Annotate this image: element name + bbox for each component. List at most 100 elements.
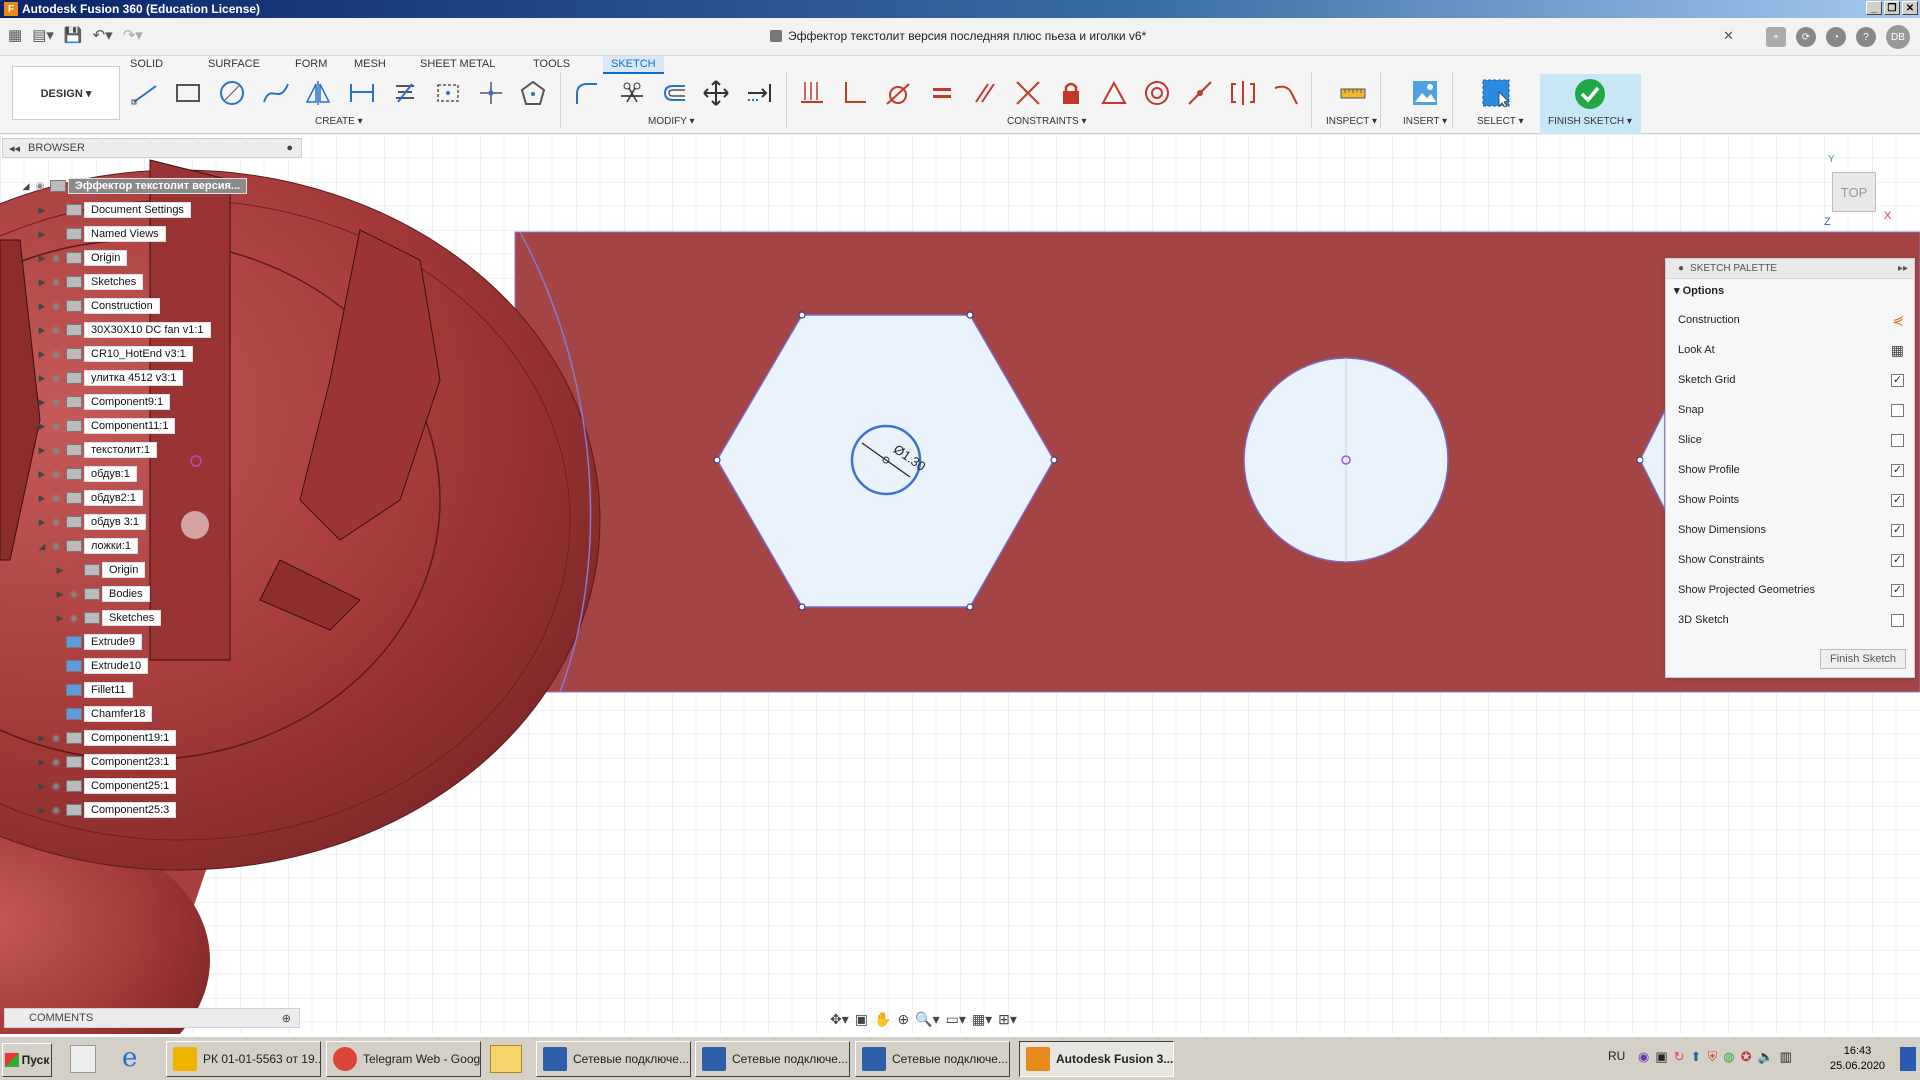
palette-option-row[interactable]: Show Profile ✓ bbox=[1678, 459, 1904, 481]
palette-option-row[interactable]: Show Constraints ✓ bbox=[1678, 549, 1904, 571]
move-icon[interactable] bbox=[701, 78, 731, 108]
ie-icon[interactable]: e bbox=[122, 1043, 137, 1073]
options-section-header[interactable]: ▾ Options bbox=[1666, 279, 1914, 302]
palette-option-row[interactable]: Look At ▦ bbox=[1678, 339, 1904, 361]
browser-node[interactable]: ▶ ◉ Component9:1 bbox=[36, 392, 171, 412]
browser-node[interactable]: ▶ ◉ Sketches bbox=[54, 608, 162, 628]
insert-image-icon[interactable] bbox=[1410, 78, 1440, 108]
taskbar-button[interactable]: Autodesk Fusion 3... bbox=[1019, 1041, 1174, 1077]
circle-icon[interactable] bbox=[217, 78, 247, 108]
visibility-eye-icon[interactable]: ◉ bbox=[48, 469, 64, 480]
timeline-feature[interactable]: Fillet11 bbox=[64, 680, 133, 700]
palette-option-row[interactable]: Snap bbox=[1678, 399, 1904, 421]
visibility-eye-icon[interactable]: ◉ bbox=[66, 613, 82, 624]
option-checkbox[interactable]: ✓ bbox=[1891, 463, 1904, 477]
expand-arrow-icon[interactable]: ◢ bbox=[36, 541, 48, 552]
tray-update-icon[interactable]: ⬆ bbox=[1691, 1049, 1702, 1065]
visibility-eye-icon[interactable]: ◉ bbox=[48, 805, 64, 816]
volume-icon[interactable]: 🔈 bbox=[1757, 1049, 1773, 1065]
browser-node[interactable]: ▶◉Origin bbox=[54, 560, 146, 580]
tray-chrome-icon[interactable]: ◍ bbox=[1723, 1049, 1734, 1065]
tray-shield-icon[interactable]: ⛨ bbox=[1707, 1049, 1717, 1065]
trim-icon[interactable] bbox=[617, 78, 647, 108]
expand-arrow-icon[interactable]: ▶ bbox=[36, 469, 48, 480]
minimize-button[interactable]: _ bbox=[1866, 1, 1882, 15]
option-checkbox[interactable] bbox=[1891, 403, 1904, 417]
coincident-icon[interactable] bbox=[797, 78, 827, 108]
expand-arrow-icon[interactable]: ▶ bbox=[36, 421, 48, 432]
timeline-feature[interactable]: Extrude10 bbox=[64, 656, 149, 676]
visibility-eye-icon[interactable]: ◉ bbox=[48, 493, 64, 504]
visibility-eye-icon[interactable]: ◉ bbox=[48, 373, 64, 384]
tab-sheet-metal[interactable]: SHEET METAL bbox=[420, 56, 533, 74]
palette-finish-sketch-button[interactable]: Finish Sketch bbox=[1820, 649, 1906, 669]
undo-icon[interactable]: ↶▾ bbox=[93, 26, 113, 44]
show-desktop-icon[interactable] bbox=[70, 1045, 96, 1073]
close-tab-button[interactable]: ✕ bbox=[1723, 28, 1734, 44]
expand-arrow-icon[interactable]: ▶ bbox=[36, 517, 48, 528]
project-icon[interactable] bbox=[433, 78, 463, 108]
tab-surface[interactable]: SURFACE bbox=[208, 56, 295, 74]
comments-panel[interactable]: COMMENTS ⊕ bbox=[4, 1008, 300, 1028]
timeline-feature[interactable]: Chamfer18 bbox=[64, 704, 153, 724]
browser-root[interactable]: ◢ ◉ Эффектор текстолит версия... bbox=[20, 176, 248, 196]
visibility-eye-icon[interactable]: ◉ bbox=[66, 589, 82, 600]
browser-node[interactable]: ▶ ◉ текстолит:1 bbox=[36, 440, 158, 460]
equal-icon[interactable] bbox=[927, 78, 957, 108]
visibility-eye-icon[interactable]: ◉ bbox=[48, 277, 64, 288]
rectangle-icon[interactable] bbox=[173, 78, 203, 108]
dimension-icon[interactable] bbox=[347, 78, 377, 108]
browser-node[interactable]: ▶◉Named Views bbox=[36, 224, 166, 244]
line-icon[interactable] bbox=[130, 78, 160, 108]
fix-lock-icon[interactable] bbox=[1056, 78, 1086, 108]
option-checkbox[interactable]: ✓ bbox=[1891, 373, 1904, 387]
tray-video-icon[interactable]: ▣ bbox=[1655, 1049, 1667, 1065]
expand-arrow-icon[interactable]: ▶ bbox=[36, 349, 48, 360]
expand-arrow-icon[interactable]: ▶ bbox=[36, 493, 48, 504]
visibility-eye-icon[interactable]: ◉ bbox=[48, 421, 64, 432]
tray-app-icon[interactable]: ◉ bbox=[1638, 1049, 1649, 1065]
option-checkbox[interactable]: ✓ bbox=[1891, 523, 1904, 537]
look-at-icon[interactable]: ▦ bbox=[1891, 342, 1904, 359]
palette-option-row[interactable]: Show Dimensions ✓ bbox=[1678, 519, 1904, 541]
option-checkbox[interactable] bbox=[1891, 613, 1904, 627]
point-icon[interactable] bbox=[476, 78, 506, 108]
browser-node[interactable]: ▶◉Document Settings bbox=[36, 200, 191, 220]
perpendicular-icon[interactable] bbox=[840, 78, 870, 108]
tray-sync-icon[interactable]: ↻ bbox=[1674, 1049, 1685, 1065]
system-clock[interactable]: 16:43 25.06.2020 bbox=[1830, 1044, 1885, 1074]
measure-icon[interactable] bbox=[1338, 78, 1368, 108]
grid-settings-icon[interactable]: ▦▾ bbox=[972, 1011, 992, 1028]
view-cube-top[interactable]: TOP bbox=[1832, 172, 1876, 212]
browser-node[interactable]: ▶ ◉ обдув:1 bbox=[36, 464, 137, 484]
browser-node[interactable]: ▶ ◉ Construction bbox=[36, 296, 160, 316]
taskbar-button[interactable]: Telegram Web - Goog... bbox=[326, 1041, 481, 1077]
close-window-button[interactable]: ✕ bbox=[1902, 1, 1918, 15]
fit-icon[interactable]: 🔍▾ bbox=[915, 1011, 939, 1028]
visibility-eye-icon[interactable]: ◉ bbox=[48, 733, 64, 744]
show-desktop-button[interactable] bbox=[1900, 1047, 1916, 1071]
browser-node[interactable]: ▶ ◉ Bodies bbox=[54, 584, 150, 604]
taskbar-button[interactable]: РК 01-01-5563 от 19... bbox=[166, 1041, 321, 1077]
pan-icon[interactable]: ✋ bbox=[874, 1011, 891, 1028]
expand-arrow-icon[interactable]: ▶ bbox=[36, 325, 48, 336]
option-checkbox[interactable]: ✓ bbox=[1891, 553, 1904, 567]
polygon-icon[interactable] bbox=[518, 78, 548, 108]
workspace-switcher[interactable]: DESIGN ▾ bbox=[12, 66, 120, 120]
option-checkbox[interactable]: ✓ bbox=[1891, 583, 1904, 597]
fillet-icon[interactable] bbox=[571, 78, 601, 108]
select-window-icon[interactable] bbox=[1481, 78, 1511, 108]
visibility-eye-icon[interactable]: ◉ bbox=[48, 541, 64, 552]
browser-node[interactable]: ▶ ◉ обдув 3:1 bbox=[36, 512, 147, 532]
palette-pin-icon[interactable]: ● bbox=[1678, 263, 1684, 274]
parallel-icon[interactable] bbox=[970, 78, 1000, 108]
browser-node[interactable]: ▶◉Origin bbox=[36, 248, 128, 268]
taskbar-button[interactable]: Сетевые подключе... bbox=[695, 1041, 850, 1077]
palette-option-row[interactable]: Show Points ✓ bbox=[1678, 489, 1904, 511]
file-menu-icon[interactable]: ▤▾ bbox=[32, 26, 54, 44]
profile-vertex[interactable] bbox=[1636, 456, 1644, 464]
expand-arrow-icon[interactable]: ▶ bbox=[54, 589, 66, 600]
language-indicator[interactable]: RU bbox=[1608, 1049, 1625, 1063]
tab-mesh[interactable]: MESH bbox=[354, 56, 420, 74]
redo-icon[interactable]: ↷▾ bbox=[123, 26, 143, 44]
